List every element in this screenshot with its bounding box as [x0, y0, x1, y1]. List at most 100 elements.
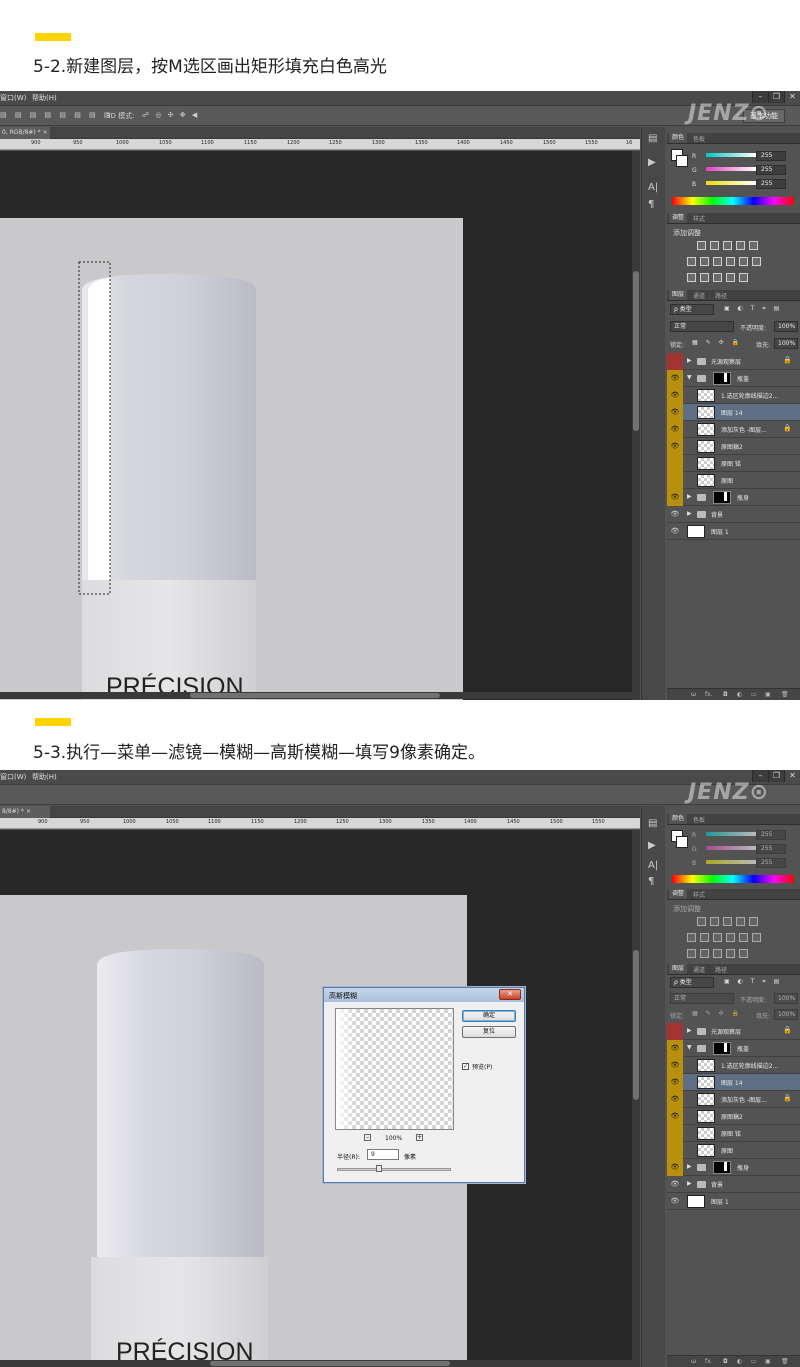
tab-layers[interactable]: 图层	[669, 964, 688, 974]
layer-row[interactable]: 👁 添加灰色 -图层... 🔒	[667, 1091, 800, 1108]
eye-icon[interactable]: 👁	[667, 387, 683, 404]
channel-mixer-icon[interactable]	[739, 257, 748, 266]
layer-row[interactable]: 👁 ▶ 瓶身	[667, 489, 800, 506]
new-adjustment-icon[interactable]: ◐	[737, 1358, 742, 1365]
tab-color[interactable]: 颜色	[669, 814, 688, 824]
vertical-scroll-thumb[interactable]	[633, 271, 639, 431]
new-group-icon[interactable]: ▭	[751, 1358, 757, 1365]
layer-row[interactable]: 👁 添加灰色 -图层... 🔒	[667, 421, 800, 438]
align-icons[interactable]: ▤ ▤ ▤ ▤ ▤ ▤ ▤ ▤	[0, 111, 114, 119]
expand-arrow-icon[interactable]: ▶	[687, 1180, 692, 1187]
tab-color[interactable]: 颜色	[669, 133, 688, 143]
layer-mask-thumbnail[interactable]	[713, 1042, 731, 1055]
balance-icon[interactable]	[700, 933, 709, 942]
ok-button[interactable]: 确定	[462, 1010, 516, 1022]
selective-color-icon[interactable]	[739, 949, 748, 958]
fill-input[interactable]: 100%	[774, 338, 798, 349]
paragraph-icon[interactable]: ¶	[648, 199, 654, 210]
layer-mask-thumbnail[interactable]	[713, 1161, 731, 1174]
expand-arrow-icon[interactable]: ▶	[687, 1027, 692, 1034]
tab-styles[interactable]: 样式	[693, 890, 705, 899]
balance-icon[interactable]	[700, 257, 709, 266]
expand-arrow-icon[interactable]: ▶	[687, 493, 692, 500]
layer-row[interactable]: 👁 ▶ 背景	[667, 1176, 800, 1193]
menu-window[interactable]: 窗口(W)	[0, 93, 26, 103]
expand-arrow-icon[interactable]: ▶	[687, 1163, 692, 1170]
history-icon[interactable]: ▤	[648, 133, 657, 144]
eye-icon[interactable]: 👁	[667, 489, 683, 506]
blue-value[interactable]: 255	[756, 179, 786, 189]
layer-mask-thumbnail[interactable]	[713, 491, 731, 504]
opacity-input[interactable]: 100%	[774, 993, 798, 1004]
photo-filter-icon[interactable]	[726, 257, 735, 266]
layer-row[interactable]: 👁 ▶ 背景	[667, 506, 800, 523]
link-layers-icon[interactable]: ω	[691, 1358, 696, 1365]
lock-icons[interactable]: ▦ ✎ ✣ 🔒	[692, 1010, 742, 1017]
canvas-area[interactable]: PRÉCISION	[0, 151, 640, 700]
link-layers-icon[interactable]: ω	[691, 691, 696, 698]
threshold-icon[interactable]	[713, 949, 722, 958]
new-group-icon[interactable]: ▭	[751, 691, 757, 698]
selective-color-icon[interactable]	[739, 273, 748, 282]
menu-help[interactable]: 帮助(H)	[32, 772, 57, 782]
threshold-icon[interactable]	[713, 273, 722, 282]
lookup-icon[interactable]	[752, 933, 761, 942]
eye-icon[interactable]	[667, 472, 683, 489]
eye-icon[interactable]: 👁	[667, 1159, 683, 1176]
3d-tools-icons[interactable]: ☍ ◎ ✣ ✥ ◀	[142, 111, 199, 119]
radius-slider-handle[interactable]	[376, 1165, 382, 1172]
document-image[interactable]: PRÉCISION	[0, 218, 463, 700]
tab-swatches[interactable]: 色板	[693, 815, 705, 824]
paragraph-icon[interactable]: ¶	[648, 876, 654, 887]
layer-row[interactable]: 👁 1.选区轮廓线描边2...	[667, 387, 800, 404]
vertical-scrollbar[interactable]	[632, 151, 640, 700]
eye-icon[interactable]: 👁	[667, 1091, 683, 1108]
menu-window[interactable]: 窗口(W)	[0, 772, 26, 782]
reset-button[interactable]: 复位	[462, 1026, 516, 1038]
eye-icon[interactable]: 👁	[667, 1176, 683, 1193]
layer-row[interactable]: 👁 图层 1	[667, 523, 800, 540]
layer-row[interactable]: 原图 铭	[667, 455, 800, 472]
eye-icon[interactable]: 👁	[667, 370, 683, 387]
exposure-icon[interactable]	[736, 241, 745, 250]
eye-icon[interactable]: 👁	[667, 404, 683, 421]
invert-icon[interactable]	[687, 273, 696, 282]
eye-icon[interactable]: 👁	[667, 438, 683, 455]
menu-help[interactable]: 帮助(H)	[32, 93, 57, 103]
new-adjustment-icon[interactable]: ◐	[737, 691, 742, 698]
eye-icon[interactable]: 👁	[667, 421, 683, 438]
layer-row[interactable]: ▶ 光源观察层 🔒	[667, 353, 800, 370]
layer-style-icon[interactable]: fx.	[705, 691, 713, 698]
zoom-in-icon[interactable]: +	[416, 1134, 423, 1141]
blend-mode-select[interactable]: 正常	[670, 321, 734, 332]
vertical-scrollbar[interactable]	[632, 830, 640, 1367]
green-slider[interactable]	[706, 846, 756, 850]
layer-row-selected[interactable]: 👁 图层 14	[667, 404, 800, 421]
dialog-close-icon[interactable]: ✕	[499, 989, 521, 1000]
layer-row[interactable]: 👁 图层 1	[667, 1193, 800, 1210]
tab-styles[interactable]: 样式	[693, 214, 705, 223]
horizontal-scrollbar[interactable]	[0, 1360, 632, 1367]
brightness-icon[interactable]	[697, 241, 706, 250]
layer-row[interactable]: 👁 ▼ 瓶盖	[667, 370, 800, 387]
history-icon[interactable]: ▤	[648, 818, 657, 829]
actions-icon[interactable]: ▶	[648, 840, 656, 851]
eye-icon[interactable]	[667, 353, 683, 370]
restore-icon[interactable]: ❐	[768, 770, 784, 782]
eye-icon[interactable]	[667, 1142, 683, 1159]
vertical-scroll-thumb[interactable]	[633, 950, 639, 1100]
tab-channels[interactable]: 通道	[693, 965, 705, 974]
horizontal-scrollbar[interactable]	[0, 692, 632, 699]
layer-row[interactable]: 👁 ▼ 瓶盖	[667, 1040, 800, 1057]
horizontal-scroll-thumb[interactable]	[210, 1361, 450, 1366]
expand-arrow-icon[interactable]: ▶	[687, 357, 692, 364]
filter-icons[interactable]: ▣ ◐ T ⌗ ▤	[724, 978, 782, 986]
brightness-icon[interactable]	[697, 917, 706, 926]
levels-icon[interactable]	[710, 917, 719, 926]
eye-icon[interactable]: 👁	[667, 1074, 683, 1091]
horizontal-scroll-thumb[interactable]	[190, 693, 440, 698]
eye-icon[interactable]: 👁	[667, 1040, 683, 1057]
document-tab[interactable]: 0, RGB/8#) * ×	[0, 127, 50, 139]
tab-adjustments[interactable]: 调整	[669, 889, 688, 899]
restore-icon[interactable]: ❐	[768, 91, 784, 103]
